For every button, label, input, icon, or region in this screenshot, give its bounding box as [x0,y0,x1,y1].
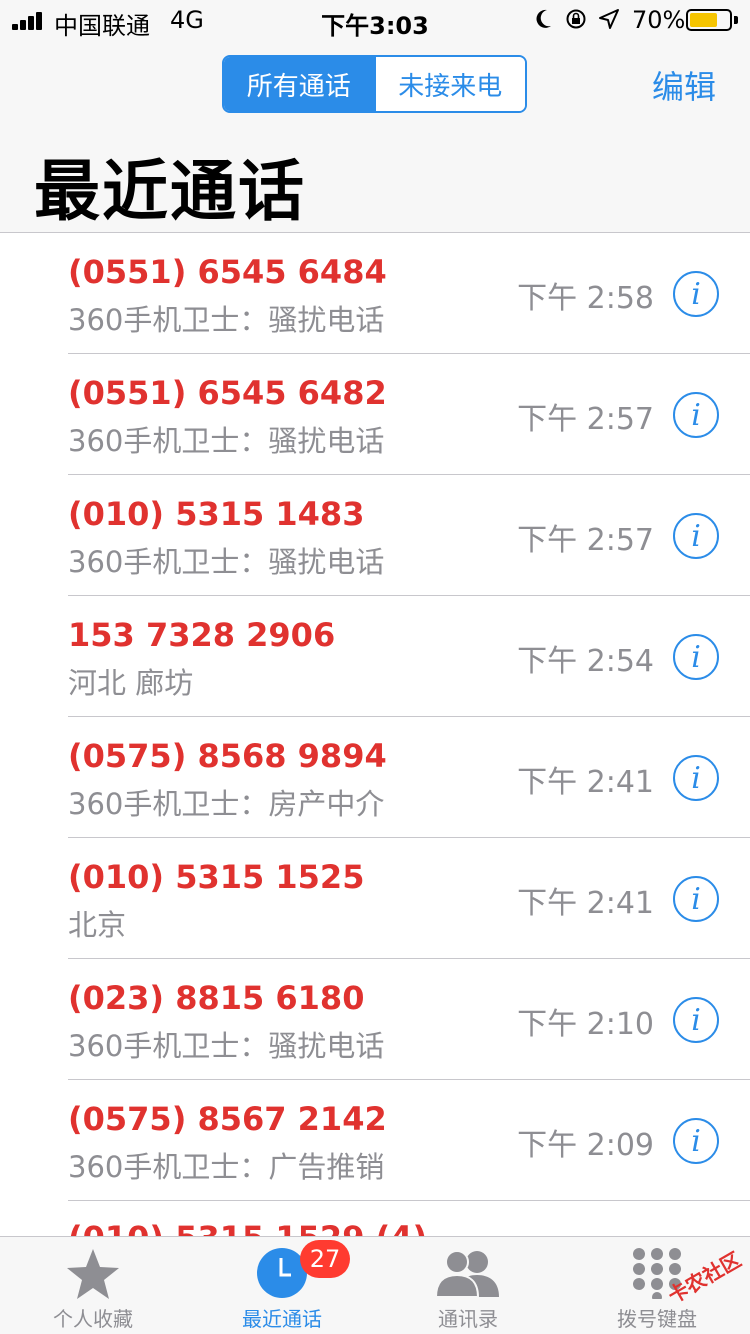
call-filter-segmented-control: 所有通话 未接来电 [222,55,527,113]
tab-label: 最近通话 [242,1307,322,1331]
do-not-disturb-icon [536,9,551,28]
call-row[interactable]: (010) 5315 1483 360手机卫士：骚扰电话 下午 2:57 i [0,475,750,596]
battery-tip [734,16,738,24]
tab-label: 通讯录 [438,1307,498,1331]
call-time: 下午 2:41 [517,765,654,800]
tab-favorites[interactable]: 个人收藏 [18,1237,168,1334]
call-subtitle: 360手机卫士：骚扰电话 [68,545,385,579]
call-row[interactable]: (010) 5315 1529 (4) [0,1201,750,1236]
call-subtitle: 360手机卫士：骚扰电话 [68,303,385,337]
call-time: 下午 2:58 [517,281,654,316]
call-subtitle: 360手机卫士：房产中介 [68,787,385,821]
call-row[interactable]: (0575) 8567 2142 360手机卫士：广告推销 下午 2:09 i [0,1080,750,1201]
tab-label: 个人收藏 [53,1307,133,1331]
call-subtitle: 360手机卫士：骚扰电话 [68,424,385,458]
call-row[interactable]: (0551) 6545 6484 360手机卫士：骚扰电话 下午 2:58 i [0,233,750,354]
tab-contacts[interactable]: 通讯录 [393,1237,543,1334]
call-number: (0575) 8568 9894 [68,737,387,775]
info-icon[interactable]: i [673,392,719,438]
call-subtitle: 360手机卫士：广告推销 [68,1150,385,1184]
call-number: (010) 5315 1529 (4) [68,1219,427,1236]
call-number: (010) 5315 1525 [68,858,365,896]
tab-bar: 个人收藏 最近通话 通讯录 拨号键盘 [0,1236,750,1334]
call-row[interactable]: (0575) 8568 9894 360手机卫士：房产中介 下午 2:41 i [0,717,750,838]
call-row[interactable]: (010) 5315 1525 北京 下午 2:41 i [0,838,750,959]
page-title: 最近通话 [34,153,306,230]
call-number: (0551) 6545 6482 [68,374,387,412]
call-number: (0575) 8567 2142 [68,1100,387,1138]
segment-missed-calls[interactable]: 未接来电 [373,57,525,111]
call-number: (010) 5315 1483 [68,495,365,533]
call-time: 下午 2:09 [517,1128,654,1163]
call-time: 下午 2:10 [517,1007,654,1042]
battery-icon [686,9,732,31]
info-icon[interactable]: i [673,634,719,680]
call-time: 下午 2:41 [517,886,654,921]
call-subtitle: 北京 [68,908,127,942]
call-number: 153 7328 2906 [68,616,336,654]
call-time: 下午 2:57 [517,523,654,558]
location-icon [599,9,619,29]
call-number: (0551) 6545 6484 [68,253,387,291]
tab-label: 拨号键盘 [617,1307,697,1331]
call-row[interactable]: (023) 8815 6180 360手机卫士：骚扰电话 下午 2:10 i [0,959,750,1080]
rotation-lock-icon [566,9,586,29]
call-number: (023) 8815 6180 [68,979,365,1017]
battery-percent: 70% [632,6,686,34]
info-icon[interactable]: i [673,513,719,559]
segment-all-calls[interactable]: 所有通话 [224,57,374,111]
missed-calls-badge: 27 [300,1240,350,1278]
recent-calls-list: (0551) 6545 6484 360手机卫士：骚扰电话 下午 2:58 i … [0,233,750,1236]
call-row[interactable]: 153 7328 2906 河北 廊坊 下午 2:54 i [0,596,750,717]
info-icon[interactable]: i [673,271,719,317]
call-row[interactable]: (0551) 6545 6482 360手机卫士：骚扰电话 下午 2:57 i [0,354,750,475]
call-subtitle: 360手机卫士：骚扰电话 [68,1029,385,1063]
call-time: 下午 2:57 [517,402,654,437]
info-icon[interactable]: i [673,755,719,801]
nav-header: 所有通话 未接来电 编辑 最近通话 [0,40,750,233]
info-icon[interactable]: i [673,997,719,1043]
info-icon[interactable]: i [673,876,719,922]
edit-button[interactable]: 编辑 [652,62,716,108]
call-subtitle: 河北 廊坊 [68,666,194,700]
star-icon [67,1249,119,1299]
info-icon[interactable]: i [673,1118,719,1164]
call-time: 下午 2:54 [517,644,654,679]
contacts-icon [434,1250,499,1298]
status-bar: 中国联通 4G 下午3:03 70% [0,0,750,40]
